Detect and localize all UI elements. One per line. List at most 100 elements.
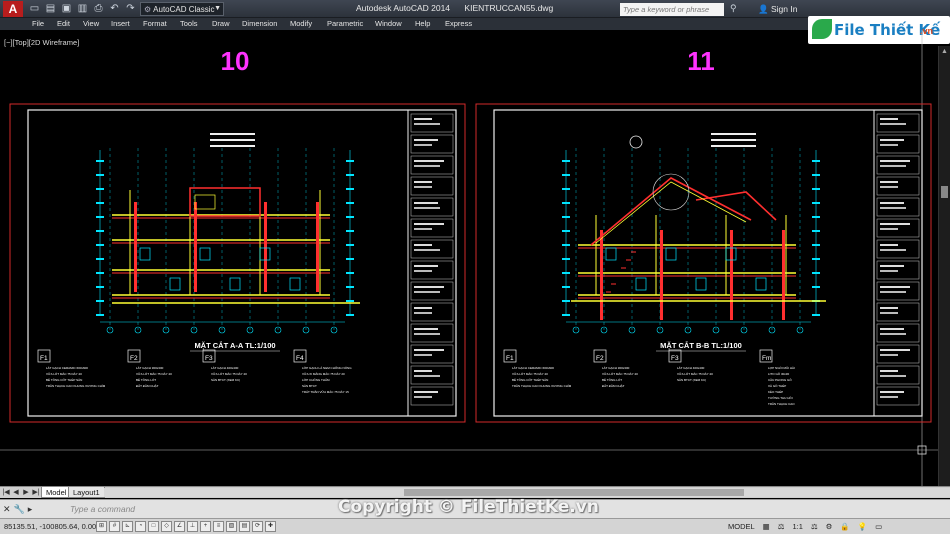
sheet-10-level-mark (346, 216, 354, 218)
sheet-10-level-mark (346, 174, 354, 176)
title-bar: A ▭ ▤ ▣ ▥ ⎙ ↶ ↷ ⚙ AutoCAD Classic ▼ Autod… (0, 0, 950, 18)
workspace-switching-icon[interactable]: ⚙ (826, 522, 833, 531)
lineweight-icon[interactable]: ≡ (213, 521, 224, 532)
scrollbar-thumb[interactable] (941, 186, 948, 198)
sheet-10-note-line: SÀN BTCT (302, 384, 317, 388)
sheet-10-level-mark (346, 300, 354, 302)
sheet-10-titleblock-text (414, 123, 440, 125)
next-tab-icon[interactable]: ▶ (22, 488, 30, 497)
last-tab-icon[interactable]: ▶| (32, 488, 40, 497)
sheet-10-titleblock-text (414, 207, 440, 209)
menu-file[interactable]: File (32, 18, 44, 28)
command-prompt-icon: ▸ (27, 504, 33, 514)
sheet-10-titleblock-text (414, 165, 440, 167)
selection-cycling-icon[interactable]: ⟳ (252, 521, 263, 532)
sheet-11-note-line: VỮA LÓT MÁC 75 DÀY 20 (677, 371, 713, 376)
sheet-11-top-note (711, 133, 756, 135)
menu-window[interactable]: Window (375, 18, 402, 28)
user-icon: 👤 (758, 4, 769, 14)
hscroll-thumb[interactable] (404, 489, 744, 496)
prev-tab-icon[interactable]: ◀ (12, 488, 20, 497)
sheet-11-note-line: LÁT GẠCH 400x400 (677, 366, 705, 370)
sheet-11-note-line: VỮA LÓT MÁC 75 DÀY 20 (512, 371, 548, 376)
autocad-logo-icon[interactable]: A (3, 1, 23, 17)
first-tab-icon[interactable]: |◀ (2, 488, 10, 497)
sheet-10-note-code: F1 (40, 355, 48, 362)
sign-in-button[interactable]: 👤 Sign In (758, 4, 797, 15)
redo-icon[interactable]: ↷ (124, 2, 137, 15)
model-space-button[interactable]: MODEL (728, 522, 755, 531)
sheet-11-level-mark (812, 216, 820, 218)
save-icon[interactable]: ▣ (60, 2, 73, 15)
sheet-10-titleblock-text (414, 160, 444, 162)
annotation-scale[interactable]: 1:1 (793, 522, 803, 531)
dyn-icon[interactable]: + (200, 521, 211, 532)
search-input[interactable]: Type a keyword or phrase (620, 3, 724, 16)
menu-modify[interactable]: Modify (290, 18, 312, 28)
polar-icon[interactable]: ◔ (135, 521, 146, 532)
save-as-icon[interactable]: ▥ (76, 2, 89, 15)
tab-model[interactable]: Model (41, 487, 72, 498)
ducs-icon[interactable]: ⊥ (187, 521, 198, 532)
lock-icon[interactable]: 🔒 (840, 522, 849, 531)
sheet-11-level-mark (812, 188, 820, 190)
drawing-canvas[interactable]: 10 MẶT CẮT A-A TL:1/100 F1 LÁT GẠCH CERAMIC… (0, 30, 950, 486)
quick-view-layouts-icon[interactable]: ▦ (763, 522, 770, 531)
sheet-11-titleblock-text (880, 118, 898, 120)
osnap-icon[interactable]: □ (148, 521, 159, 532)
menu-edit[interactable]: Edit (57, 18, 70, 28)
transparency-icon[interactable]: ▨ (226, 521, 237, 532)
menu-help[interactable]: Help (415, 18, 430, 28)
menu-format[interactable]: Format (143, 18, 167, 28)
sheet-11-detail-bubble (629, 135, 643, 149)
sheet-11-note-code: F3 (671, 355, 679, 362)
undo-icon[interactable]: ↶ (108, 2, 121, 15)
menu-draw[interactable]: Draw (212, 18, 230, 28)
3dosnap-icon[interactable]: ◇ (161, 521, 172, 532)
sheet-10-level-mark (96, 314, 104, 316)
snap-icon[interactable]: ⊞ (96, 521, 107, 532)
sheet-10-titleblock-text (414, 202, 438, 204)
ortho-icon[interactable]: ⊾ (122, 521, 133, 532)
sheet-10-titleblock-text (414, 333, 440, 335)
quick-properties-icon[interactable]: ▤ (239, 521, 250, 532)
vertical-scrollbar[interactable]: ▲ (938, 46, 950, 486)
horizontal-scrollbar[interactable] (104, 488, 950, 497)
annotation-monitor-icon[interactable]: ✚ (265, 521, 276, 532)
scroll-up-icon[interactable]: ▲ (941, 48, 948, 55)
menu-parametric[interactable]: Parametric (327, 18, 363, 28)
workspace-select[interactable]: ⚙ AutoCAD Classic ▼ (140, 2, 224, 16)
sheet-11-titleblock-text (880, 228, 898, 230)
sheet-10-top-note (210, 133, 255, 135)
annotation-visibility-icon[interactable]: ⚖ (811, 522, 818, 531)
otrack-icon[interactable]: ∠ (174, 521, 185, 532)
print-icon[interactable]: ⎙ (92, 2, 105, 15)
menu-view[interactable]: View (83, 18, 99, 28)
new-icon[interactable]: ▭ (28, 2, 41, 15)
wrench-icon[interactable]: 🔧 (14, 504, 25, 515)
menu-insert[interactable]: Insert (111, 18, 130, 28)
grid-icon[interactable]: # (109, 521, 120, 532)
gear-icon: ⚙ (144, 5, 152, 14)
drafting-toggles: ⊞ # ⊾ ◔ □ ◇ ∠ ⊥ + ≡ ▨ ▤ ⟳ ✚ (96, 521, 276, 532)
sheet-11-level-mark (812, 272, 820, 274)
sheet-10-top-note (210, 145, 255, 147)
tab-layout1[interactable]: Layout1 (68, 487, 105, 498)
sheet-10-note-line: BÊ TÔNG LÓT (136, 377, 156, 382)
menu-tools[interactable]: Tools (180, 18, 198, 28)
sheet-10-titleblock-text (414, 328, 438, 330)
clean-screen-icon[interactable]: ▭ (875, 522, 882, 531)
open-icon[interactable]: ▤ (44, 2, 57, 15)
sheet-10-note-line: LÁT GẠCH 400x400 (211, 366, 239, 370)
menu-dimension[interactable]: Dimension (242, 18, 277, 28)
close-icon[interactable]: ✕ (3, 504, 11, 515)
sheet-10-note-line: TRÁT TRẦN VỮA MÁC 75 DÀY 15 (302, 389, 349, 394)
sheet-11-column (782, 230, 785, 320)
sheet-11-top-note (711, 139, 756, 141)
menu-express[interactable]: Express (445, 18, 472, 28)
sheet-11-top-note (711, 145, 756, 147)
isolate-objects-icon[interactable]: 💡 (858, 522, 867, 531)
viewport-controls[interactable]: [−][Top][2D Wireframe] (4, 38, 79, 47)
binoculars-icon[interactable]: ⚲ (730, 3, 737, 14)
annotation-scale-icon[interactable]: ⚖ (778, 522, 785, 531)
